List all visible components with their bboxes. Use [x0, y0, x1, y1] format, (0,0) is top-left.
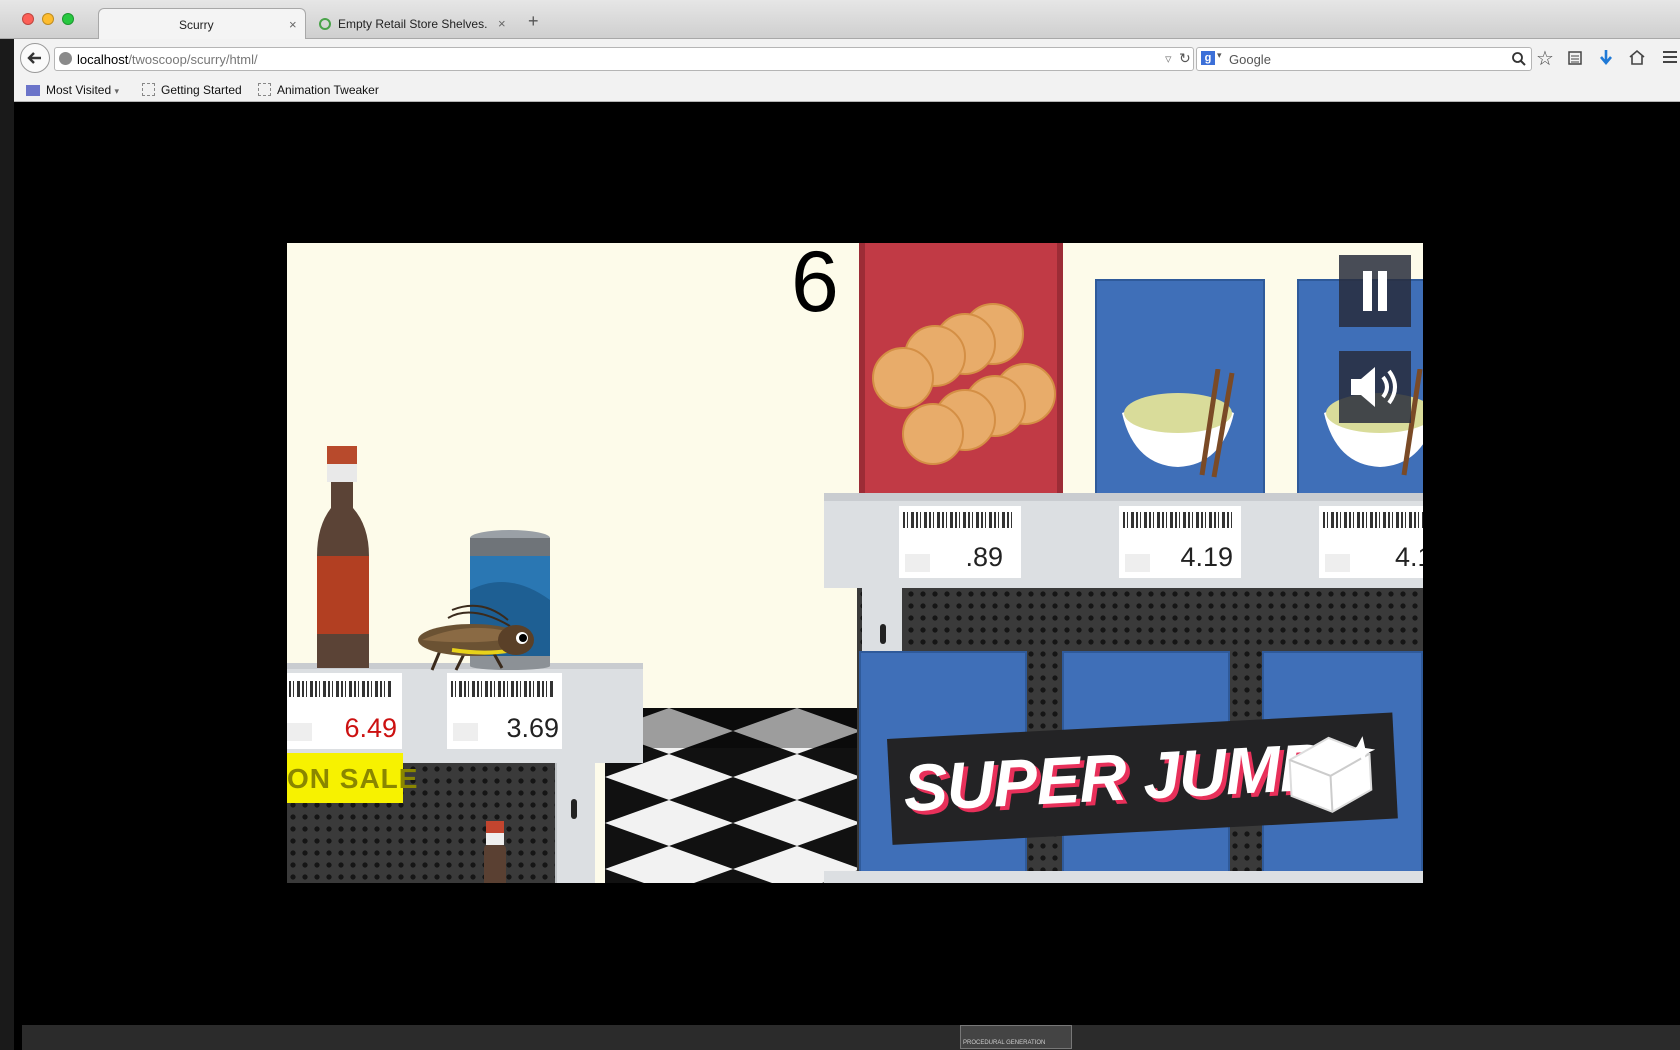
price-tag: 4.1	[1319, 506, 1423, 578]
sound-button[interactable]	[1339, 351, 1411, 423]
tab-close-icon[interactable]: ×	[289, 17, 297, 32]
price-text: 4.1	[1395, 542, 1423, 572]
barcode	[903, 512, 1015, 528]
url-bar[interactable]: localhost/twoscoop/scurry/html/ ▿ ↻	[54, 47, 1194, 71]
price-text: 3.69	[506, 713, 559, 743]
price-tag: 4.19	[1119, 506, 1241, 578]
shelf-post	[555, 763, 595, 883]
hot-sauce-bottle	[317, 446, 369, 668]
back-button[interactable]	[20, 43, 50, 73]
barcode	[289, 681, 393, 697]
menu-icon[interactable]	[1662, 50, 1678, 64]
bookmark-animation-tweaker[interactable]: Animation Tweaker	[258, 83, 379, 97]
crackers-illustration	[872, 303, 1056, 465]
barcode	[1123, 512, 1235, 528]
window-thumbnail[interactable]: PROCEDURAL GENERATION	[960, 1025, 1072, 1049]
speaker-icon	[1351, 367, 1397, 407]
search-engine-dropdown-icon[interactable]: ▾	[1217, 50, 1222, 61]
star-icon[interactable]: ☆	[1536, 46, 1554, 71]
browser-titlebar: Scurry × Empty Retail Store Shelves... ×…	[0, 0, 1680, 39]
bookmark-label: Getting Started	[161, 83, 242, 97]
reload-icon[interactable]: ↻	[1179, 50, 1191, 67]
score-counter: 6	[791, 243, 839, 330]
tab-close-icon[interactable]: ×	[498, 16, 506, 31]
price-tag: .89	[899, 506, 1021, 578]
small-sauce-bottle	[481, 821, 509, 883]
cockroach-player	[418, 604, 534, 671]
search-icon[interactable]	[1511, 51, 1527, 67]
price-tag: 3.69	[447, 673, 562, 749]
zoom-window-button[interactable]	[62, 13, 74, 25]
barcode	[451, 681, 555, 697]
lower-shelf-edge	[824, 871, 1423, 883]
page-icon	[258, 83, 271, 96]
url-text: localhost/twoscoop/scurry/html/	[77, 52, 258, 67]
super-jump-text: SUPER JUMP!	[901, 728, 1346, 826]
pause-icon	[1363, 271, 1387, 311]
tab-title: Scurry	[179, 18, 214, 32]
post-slot	[571, 799, 577, 819]
globe-icon	[59, 52, 72, 65]
window-edge	[0, 39, 14, 1050]
close-window-button[interactable]	[22, 13, 34, 25]
on-sale-sign: ON SALE	[287, 753, 417, 803]
favicon-icon	[319, 18, 331, 30]
search-bar[interactable]: g ▾ Google	[1196, 47, 1532, 71]
tab-empty-retail[interactable]: Empty Retail Store Shelves... ×	[312, 8, 512, 39]
thumbnail-label: PROCEDURAL GENERATION	[963, 1040, 1046, 1046]
home-icon[interactable]	[1628, 49, 1646, 65]
noodle-box	[1095, 279, 1265, 499]
bookmark-label: Animation Tweaker	[277, 83, 379, 97]
google-g-icon: g	[1201, 51, 1215, 65]
price-text: .89	[965, 542, 1003, 572]
new-tab-button[interactable]: +	[528, 11, 539, 32]
tab-title: Empty Retail Store Shelves...	[338, 17, 488, 31]
barcode	[1323, 512, 1423, 528]
url-host: localhost	[77, 52, 129, 67]
bookmark-getting-started[interactable]: Getting Started	[142, 83, 242, 97]
reading-list-icon[interactable]	[1567, 50, 1583, 66]
navigation-bar: localhost/twoscoop/scurry/html/ ▿ ↻ g ▾ …	[14, 39, 1680, 79]
url-path: /twoscoop/scurry/html/	[128, 52, 258, 67]
back-arrow-icon	[27, 52, 41, 64]
right-shelf-top	[824, 493, 1423, 501]
price-text: 4.19	[1180, 542, 1233, 572]
game-canvas[interactable]: 6.49 3.69 ON SALE .89 4.19 4. SUPER JUMP…	[287, 243, 1423, 883]
search-input[interactable]: Google	[1229, 52, 1271, 67]
sugar-cube-icon	[1288, 736, 1376, 813]
bookmark-label: Most Visited	[46, 83, 112, 97]
on-sale-text: ON SALE	[287, 763, 419, 794]
download-icon[interactable]	[1598, 48, 1614, 68]
chevron-down-icon: ▾	[114, 86, 120, 96]
tab-scurry[interactable]: Scurry ×	[98, 8, 306, 39]
bottom-strip: PROCEDURAL GENERATION	[22, 1025, 1680, 1050]
pause-button[interactable]	[1339, 255, 1411, 327]
price-text: 6.49	[344, 713, 397, 743]
minimize-window-button[interactable]	[42, 13, 54, 25]
bookmark-most-visited[interactable]: Most Visited ▾	[26, 83, 119, 97]
noodle-bowl	[1122, 369, 1235, 478]
price-tag: 6.49	[287, 673, 402, 749]
folder-icon	[26, 85, 40, 96]
cracker-box	[859, 243, 1063, 498]
page-icon	[142, 83, 155, 96]
dropdown-arrow-icon[interactable]: ▿	[1165, 51, 1172, 67]
bookmarks-bar: Most Visited ▾ Getting Started Animation…	[14, 79, 1680, 102]
